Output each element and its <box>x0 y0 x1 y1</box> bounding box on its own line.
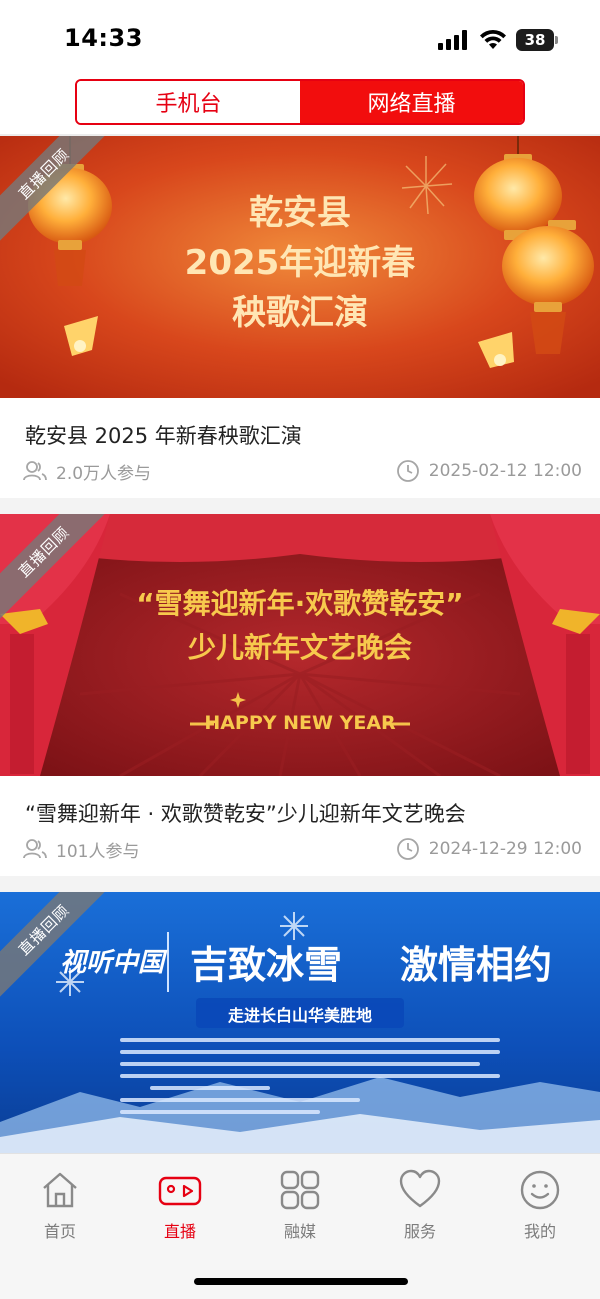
heart-icon <box>399 1169 441 1208</box>
tab-profile-label: 我的 <box>523 1222 556 1241</box>
live-card[interactable]: 视听中国 吉致冰雪 激情相约 走进长白山华美胜地 直播回顾 <box>0 892 600 1154</box>
tab-live[interactable]: 直播 <box>135 1168 225 1248</box>
tab-mobile-station[interactable]: 手机台 <box>77 81 300 123</box>
video-camera-icon <box>158 1176 202 1206</box>
tab-live-label: 直播 <box>163 1222 196 1241</box>
broadcast-datetime: 2024-12-29 12:00 <box>428 839 582 859</box>
card-divider <box>0 498 600 514</box>
banner-subline: HAPPY NEW YEAR <box>204 712 396 734</box>
tab-profile[interactable]: 我的 <box>495 1168 585 1248</box>
tab-service[interactable]: 服务 <box>375 1168 465 1248</box>
tab-service-label: 服务 <box>403 1222 436 1241</box>
participant-count: 101人参与 <box>56 841 140 862</box>
participants-icon <box>23 461 47 481</box>
card-divider <box>0 876 600 892</box>
card-title[interactable]: 乾安县 2025 年新春秧歌汇演 <box>25 420 302 450</box>
grid-icon <box>280 1170 320 1210</box>
broadcast-datetime: 2025-02-12 12:00 <box>428 461 582 481</box>
live-card[interactable]: “雪舞迎新年·欢歌赞乾安” 少儿新年文艺晚会 HAPPY NEW YEAR 直播… <box>0 514 600 876</box>
live-card[interactable]: 乾安县 2025年迎新春 秧歌汇演 直播回顾 乾安县 2025 年新春秧歌汇演 … <box>0 136 600 498</box>
replay-ribbon: 直播回顾 <box>0 514 110 624</box>
wifi-icon <box>480 29 506 49</box>
replay-ribbon-label: 直播回顾 <box>0 892 110 1002</box>
card-meta: 101人参与 2024-12-29 12:00 <box>22 836 582 866</box>
replay-ribbon-label: 直播回顾 <box>0 136 110 246</box>
banner-subline: 走进长白山华美胜地 <box>227 1006 372 1025</box>
banner-headline: 激情相约 <box>400 943 553 987</box>
card-title[interactable]: “雪舞迎新年 · 欢歌赞乾安”少儿迎新年文艺晚会 <box>25 798 466 828</box>
clock-icon <box>396 838 419 860</box>
tab-home-label: 首页 <box>43 1222 76 1241</box>
battery-level: 38 <box>524 31 546 49</box>
participants-icon <box>23 839 47 859</box>
smiley-icon <box>520 1170 560 1210</box>
status-bar: 14:33 38 <box>0 0 600 76</box>
tab-media[interactable]: 融媒 <box>255 1168 345 1248</box>
cellular-signal-icon <box>438 30 467 50</box>
participant-count: 2.0万人参与 <box>56 463 152 484</box>
clock-icon <box>396 460 419 482</box>
tab-web-live[interactable]: 网络直播 <box>300 81 523 123</box>
replay-ribbon: 直播回顾 <box>0 136 110 246</box>
banner-headline: 吉致冰雪 <box>190 943 343 987</box>
home-icon <box>43 1172 77 1208</box>
home-indicator[interactable] <box>194 1278 408 1285</box>
status-time: 14:33 <box>64 24 143 52</box>
banner-headline: 秧歌汇演 <box>232 293 368 333</box>
battery-indicator: 38 <box>516 29 558 51</box>
card-banner-image[interactable]: 视听中国 吉致冰雪 激情相约 走进长白山华美胜地 直播回顾 <box>0 892 600 1154</box>
replay-ribbon: 直播回顾 <box>0 892 110 1002</box>
segmented-control: 手机台 网络直播 <box>75 79 525 125</box>
tab-media-label: 融媒 <box>283 1222 316 1241</box>
card-banner-image[interactable]: 乾安县 2025年迎新春 秧歌汇演 直播回顾 <box>0 136 600 398</box>
tab-home[interactable]: 首页 <box>15 1168 105 1248</box>
banner-headline: 少儿新年文艺晚会 <box>187 631 412 664</box>
card-banner-image[interactable]: “雪舞迎新年·欢歌赞乾安” 少儿新年文艺晚会 HAPPY NEW YEAR 直播… <box>0 514 600 776</box>
card-meta: 2.0万人参与 2025-02-12 12:00 <box>22 458 582 488</box>
replay-ribbon-label: 直播回顾 <box>0 514 110 624</box>
